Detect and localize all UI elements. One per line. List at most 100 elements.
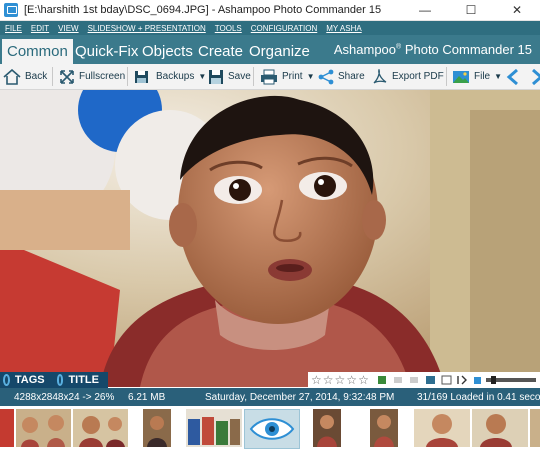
back-label: Back (25, 71, 48, 82)
export-pdf-label: Export PDF (392, 71, 444, 82)
zoom-slider-handle (490, 376, 496, 384)
chevron-right-icon (532, 68, 540, 85)
backups-label: Backups (156, 71, 195, 82)
tab-quick-fix[interactable]: Quick-Fix (70, 39, 143, 64)
thumbnail[interactable] (370, 409, 398, 447)
thumbnail-selected[interactable] (244, 409, 300, 449)
thumbnail-image (186, 409, 242, 447)
chevron-down-icon: ▼ (198, 72, 207, 81)
title-radio-icon[interactable] (56, 374, 64, 386)
star-1-icon[interactable]: ☆ (311, 373, 322, 387)
capture-date: Saturday, December 27, 2014, 9:32:48 PM (205, 392, 395, 403)
current-view-eye-icon (245, 410, 299, 448)
save-button[interactable]: Save (208, 64, 251, 89)
star-4-icon[interactable]: ☆ (346, 373, 357, 387)
toolbar-divider (446, 67, 447, 86)
backups-icon (135, 70, 148, 83)
thumbnail-image (73, 409, 128, 447)
toolbar: Back Fullscreen Backups ▼ Save Print ▼ S… (0, 64, 540, 90)
skip-icon (457, 375, 467, 385)
title-label[interactable]: TITLE (68, 374, 99, 386)
window-title: [E:\harshith 1st bday\DSC_0694.JPG] - As… (24, 4, 382, 16)
load-status: 31/169 Loaded in 0.41 second (417, 392, 540, 403)
fullscreen-icon (60, 69, 74, 84)
toolbar-divider (52, 67, 53, 86)
rating-toolbar: ☆ ☆ ☆ ☆ ☆ (308, 372, 540, 388)
tags-radio-icon[interactable] (3, 374, 10, 386)
photo-image (0, 90, 540, 387)
photo-viewer[interactable] (0, 90, 540, 387)
star-3-icon[interactable]: ☆ (335, 373, 346, 387)
image-dimensions: 4288x2848x24 -> 26% (14, 392, 115, 403)
toolbar-divider (127, 67, 128, 86)
tab-objects[interactable]: Objects (137, 39, 198, 64)
home-icon (3, 68, 21, 85)
save-icon (209, 69, 223, 84)
menu-my-ashampoo[interactable]: MY ASHA (326, 24, 361, 33)
brand-reg: ® (396, 43, 402, 51)
tab-create[interactable]: Create (193, 39, 248, 64)
previous-button[interactable] (506, 64, 524, 89)
thumbnail-image (143, 409, 171, 447)
tags-label[interactable]: TAGS (15, 374, 45, 386)
star-2-icon[interactable]: ☆ (323, 373, 334, 387)
thumbnail[interactable] (73, 409, 128, 447)
title-bar: [E:\harshith 1st bday\DSC_0694.JPG] - As… (0, 0, 540, 21)
backups-button[interactable]: Backups ▼ (134, 64, 206, 89)
menu-tools[interactable]: TOOLS (215, 24, 242, 33)
fullscreen-button[interactable]: Fullscreen (59, 64, 125, 89)
star-5-icon[interactable]: ☆ (358, 373, 369, 387)
thumbnail[interactable] (186, 409, 242, 447)
file-size: 6.21 MB (128, 392, 166, 403)
back-button[interactable]: Back (3, 64, 47, 89)
thumbnail[interactable] (143, 409, 171, 447)
export-pdf-button[interactable]: Export PDF (372, 64, 444, 89)
thumbnail-image (370, 409, 398, 447)
share-button[interactable]: Share (318, 64, 365, 89)
compare-icon (473, 377, 481, 384)
menu-slideshow[interactable]: SLIDESHOW + PRESENTATION (88, 24, 206, 33)
status-bar: 4288x2848x24 -> 26% 6.21 MB Saturday, De… (0, 388, 540, 406)
thumbnail[interactable] (530, 409, 540, 447)
maximize-button[interactable]: ☐ (448, 0, 494, 20)
print-button[interactable]: Print ▼ (260, 64, 314, 89)
next-button[interactable] (530, 64, 540, 89)
menu-bar: FILE EDIT VIEW SLIDESHOW + PRESENTATION … (0, 21, 540, 35)
chevron-down-icon: ▼ (306, 72, 315, 81)
printer-icon (261, 69, 277, 84)
info-icon (425, 376, 435, 384)
menu-view[interactable]: VIEW (58, 24, 78, 33)
frame-icon (393, 377, 402, 383)
close-button[interactable]: ✕ (494, 0, 540, 20)
file-menu-button[interactable]: File ▼ (452, 64, 502, 89)
fullscreen-label: Fullscreen (79, 71, 126, 82)
thumbnail[interactable] (414, 409, 470, 447)
chevron-left-icon (506, 68, 518, 85)
pdf-icon (373, 68, 387, 84)
share-icon (318, 69, 334, 84)
menu-file[interactable]: FILE (5, 24, 22, 33)
zoom-fit-icon (441, 375, 452, 385)
thumbnail[interactable] (0, 409, 14, 447)
menu-configuration[interactable]: CONFIGURATION (251, 24, 318, 33)
thumbnail-image (313, 409, 341, 447)
color-label-icon (377, 376, 386, 384)
tab-common[interactable]: Common (2, 39, 73, 64)
image-file-icon (453, 70, 469, 83)
print-label: Print (282, 71, 303, 82)
tab-organize[interactable]: Organize (244, 39, 315, 64)
app-icon (4, 3, 18, 17)
thumbnail[interactable] (313, 409, 341, 447)
minimize-button[interactable]: — (402, 0, 448, 20)
thumbnail-image (414, 409, 470, 447)
thumbnail-strip (0, 406, 540, 450)
frame-icon (409, 377, 418, 383)
thumbnail[interactable] (472, 409, 528, 447)
tag-title-bar: TAGS TITLE (0, 372, 108, 388)
share-label: Share (338, 71, 365, 82)
menu-edit[interactable]: EDIT (31, 24, 49, 33)
thumbnail[interactable] (16, 409, 71, 447)
view-tools-strip (377, 375, 536, 385)
chevron-down-icon: ▼ (494, 72, 503, 81)
brand-label: Ashampoo® Photo Commander 15 (334, 42, 532, 57)
